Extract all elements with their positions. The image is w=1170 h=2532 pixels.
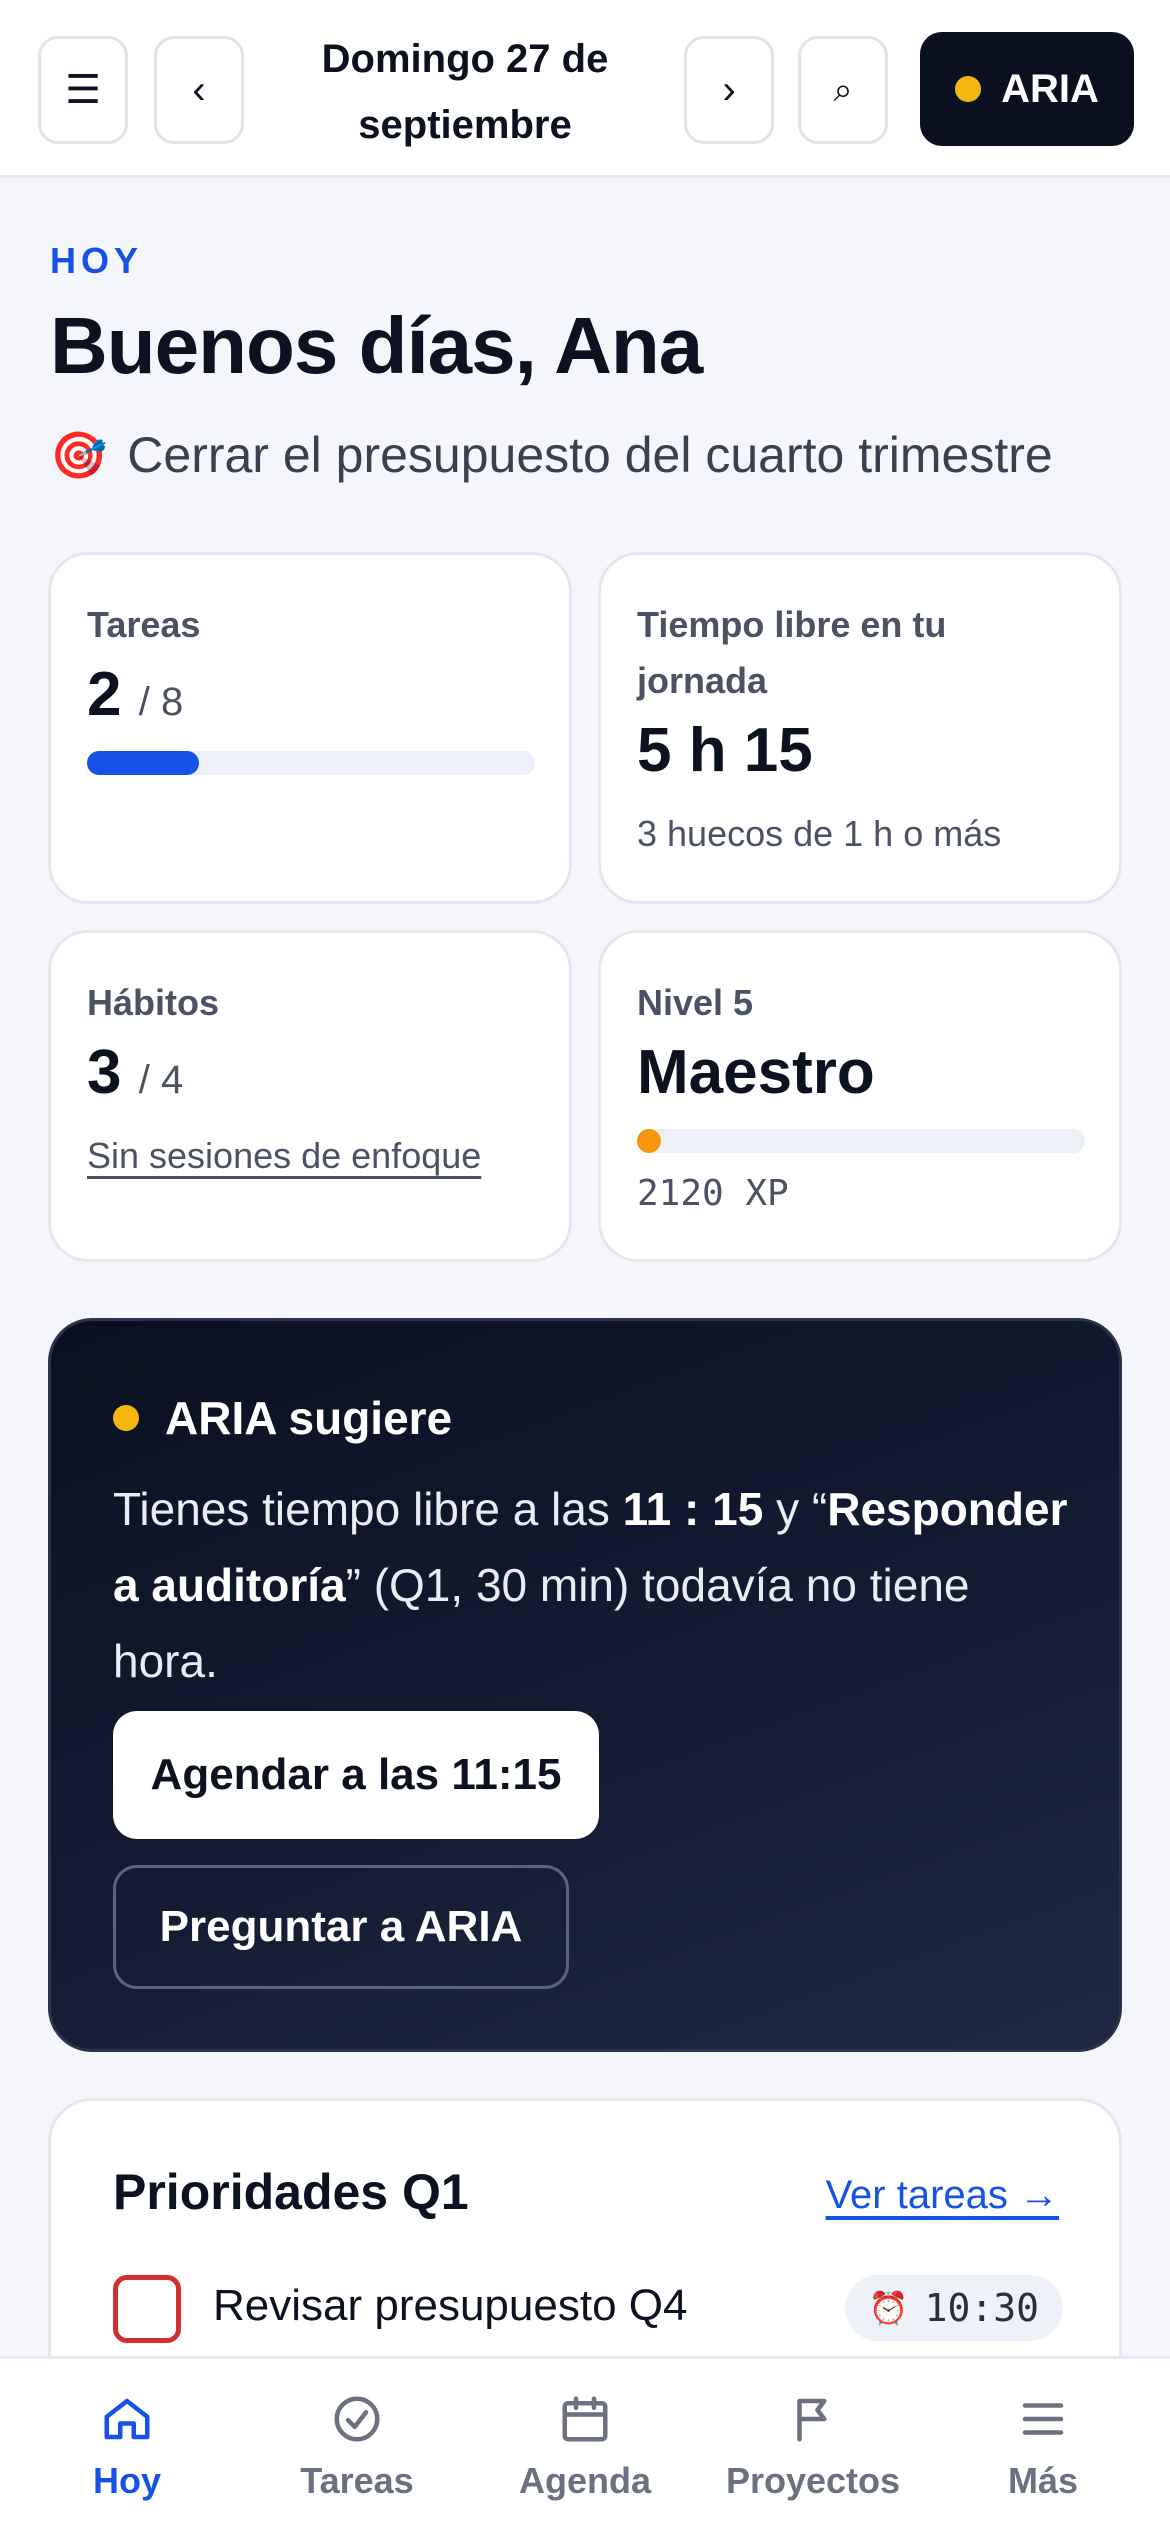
priorities-title: Prioridades Q1 xyxy=(113,2164,469,2220)
xp-value: 2120 XP xyxy=(637,1173,789,1214)
tasks-progress-fill xyxy=(87,751,199,775)
free-time-label-line-2: jornada xyxy=(637,660,768,701)
tasks-card[interactable]: Tareas 2 / 8 xyxy=(48,552,572,904)
nav-label-agenda: Agenda xyxy=(518,2460,651,2501)
chevron-left-icon: ‹ xyxy=(192,67,206,112)
free-time-label-line-1: Tiempo libre en tu xyxy=(637,604,947,645)
target-icon: 🎯 xyxy=(50,428,108,481)
suggestion-text-mid: y “ xyxy=(763,1483,828,1535)
xp-progress-fill xyxy=(637,1129,661,1153)
hamburger-icon: ☰ xyxy=(65,68,101,112)
suggestion-time: 11 : 15 xyxy=(622,1483,764,1535)
aria-status-dot-icon xyxy=(955,76,982,102)
nav-item-tareas[interactable]: Tareas xyxy=(240,2359,474,2532)
bottom-navigation: Hoy Tareas Agenda Proyectos Más xyxy=(0,2356,1170,2532)
menu-icon xyxy=(1022,2403,1064,2435)
greeting-title: Buenos días, Ana xyxy=(50,301,703,390)
nav-item-hoy[interactable]: Hoy xyxy=(10,2359,244,2532)
daily-goal: 🎯 Cerrar el presupuesto del cuarto trime… xyxy=(50,426,1053,484)
date-title: Domingo 27 de septiembre xyxy=(255,26,675,158)
habits-card[interactable]: Hábitos 3 / 4 Sin sesiones de enfoque xyxy=(48,930,572,1262)
priority-task-row[interactable]: Revisar presupuesto Q4 ⏰ 10:30 xyxy=(113,2275,1063,2361)
suggestion-text-prefix: Tienes tiempo libre a las xyxy=(113,1483,623,1535)
habits-done: 3 xyxy=(87,1038,122,1107)
task-time: 10:30 xyxy=(924,2286,1039,2330)
check-circle-icon xyxy=(334,2396,380,2442)
aria-button[interactable]: ARIA xyxy=(920,32,1134,146)
tasks-progress-track xyxy=(87,751,535,775)
task-time-pill: ⏰ 10:30 xyxy=(844,2275,1063,2341)
nav-item-proyectos[interactable]: Proyectos xyxy=(696,2359,930,2532)
nav-item-agenda[interactable]: Agenda xyxy=(468,2359,702,2532)
view-tasks-link[interactable]: Ver tareas → xyxy=(826,2173,1059,2218)
daily-goal-text: Cerrar el presupuesto del cuarto trimest… xyxy=(127,427,1053,483)
home-icon xyxy=(104,2398,150,2440)
aria-suggestion-header: ARIA sugiere xyxy=(113,1391,452,1445)
date-line-2: septiembre xyxy=(358,103,572,147)
tasks-count: 2 / 8 xyxy=(87,659,183,730)
tasks-card-label: Tareas xyxy=(87,604,201,645)
nav-label-tareas: Tareas xyxy=(300,2460,414,2501)
aria-suggestion-text: Tienes tiempo libre a las 11 : 15 y “Res… xyxy=(113,1471,1073,1699)
aria-button-label: ARIA xyxy=(1001,66,1099,111)
level-title: Maestro xyxy=(637,1038,875,1107)
menu-button[interactable]: ☰ xyxy=(38,36,128,144)
habits-label: Hábitos xyxy=(87,982,220,1023)
alarm-clock-icon: ⏰ xyxy=(868,2289,909,2327)
calendar-icon xyxy=(562,2396,608,2442)
search-button[interactable]: ⌕ xyxy=(798,36,888,144)
nav-label-hoy: Hoy xyxy=(92,2460,161,2501)
task-name: Revisar presupuesto Q4 xyxy=(213,2281,688,2330)
date-line-1: Domingo 27 de xyxy=(321,37,609,81)
top-bar: ☰ ‹ Domingo 27 de septiembre › ⌕ ARIA xyxy=(0,0,1170,178)
habits-total: / 4 xyxy=(138,1058,184,1102)
search-icon: ⌕ xyxy=(833,70,853,109)
xp-progress-track xyxy=(637,1129,1085,1153)
next-day-button[interactable]: › xyxy=(684,36,774,144)
schedule-button[interactable]: Agendar a las 11:15 xyxy=(113,1711,599,1839)
free-time-card[interactable]: Tiempo libre en tu jornada 5 h 15 3 huec… xyxy=(598,552,1122,904)
habits-count: 3 / 4 xyxy=(87,1037,183,1108)
aria-suggestion-title: ARIA sugiere xyxy=(165,1392,453,1444)
ask-aria-button[interactable]: Preguntar a ARIA xyxy=(113,1865,569,1989)
nav-label-proyectos: Proyectos xyxy=(725,2460,901,2501)
task-checkbox[interactable] xyxy=(113,2275,181,2343)
free-time-sub: 3 huecos de 1 h o más xyxy=(637,813,1002,854)
nav-label-mas: Más xyxy=(1007,2460,1079,2501)
section-kicker: HOY xyxy=(50,240,144,281)
previous-day-button[interactable]: ‹ xyxy=(154,36,244,144)
flag-icon xyxy=(797,2398,827,2442)
tasks-done: 2 xyxy=(87,660,122,729)
free-time-label: Tiempo libre en tu jornada xyxy=(637,597,946,709)
aria-suggestion-card: ARIA sugiere Tienes tiempo libre a las 1… xyxy=(48,1318,1122,2052)
level-label: Nivel 5 xyxy=(637,982,754,1023)
tasks-total: / 8 xyxy=(138,680,184,724)
aria-dot-icon xyxy=(113,1405,139,1431)
free-time-value: 5 h 15 xyxy=(637,716,813,785)
level-card[interactable]: Nivel 5 Maestro 2120 XP xyxy=(598,930,1122,1262)
nav-item-mas[interactable]: Más xyxy=(926,2359,1160,2532)
chevron-right-icon: › xyxy=(722,67,736,112)
focus-sessions-link[interactable]: Sin sesiones de enfoque xyxy=(87,1135,481,1177)
